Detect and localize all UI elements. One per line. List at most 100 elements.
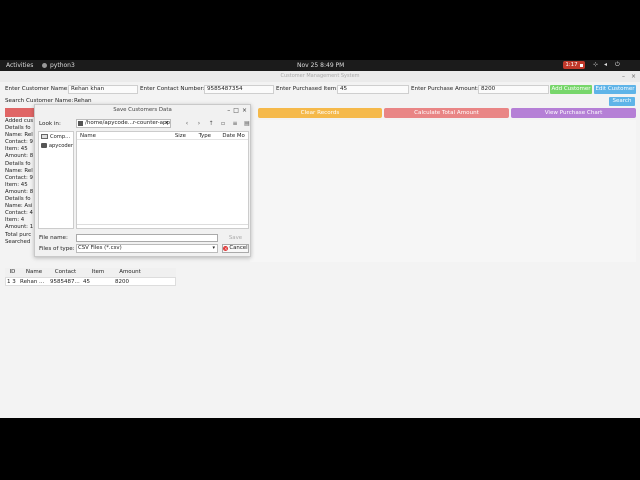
column-header-name[interactable]: Name xyxy=(19,268,49,277)
column-header-id[interactable]: ID xyxy=(5,268,19,277)
sidebar-item-label: apycoder xyxy=(48,142,73,149)
log-line: Details fo xyxy=(5,125,31,132)
folder-icon xyxy=(78,121,84,126)
system-top-bar: Activities python3 Nov 25 8:49 PM 1:17 ⊹… xyxy=(0,60,640,71)
log-line: Name: Asi xyxy=(5,203,33,210)
computer-icon xyxy=(41,134,48,139)
file-list[interactable]: Name Size Type Date Mo xyxy=(76,131,249,229)
network-icon: ⊹ xyxy=(593,61,599,68)
customer-name-input[interactable]: Rehan khan xyxy=(68,85,138,94)
cell-name: Rehan ... xyxy=(20,279,45,285)
stop-icon xyxy=(579,63,583,67)
log-line: Contact: 4 xyxy=(5,210,33,217)
back-icon[interactable]: ‹ xyxy=(183,120,191,127)
minimize-icon[interactable]: – xyxy=(622,73,625,80)
window-title: Customer Management System xyxy=(280,73,360,79)
dialog-title: Save Customers Data xyxy=(113,107,172,113)
column-header-contact[interactable]: Contact xyxy=(49,268,82,277)
column-header-name[interactable]: Name xyxy=(77,132,172,139)
look-in-value: /home/apycode...r-counter-app xyxy=(85,120,170,126)
volume-icon: ◂ xyxy=(604,61,608,68)
detail-view-icon[interactable]: ▤ xyxy=(243,120,251,127)
sidebar-item-computer[interactable]: Comp... xyxy=(39,132,73,141)
log-line: Total purc xyxy=(5,231,32,238)
log-line: Searched xyxy=(5,238,31,245)
forward-icon[interactable]: › xyxy=(195,120,203,127)
app-menu[interactable]: python3 xyxy=(42,62,75,69)
file-name-label: File name: xyxy=(39,235,68,241)
column-header-type[interactable]: Type xyxy=(196,132,220,139)
folder-icon xyxy=(41,143,47,148)
file-name-input[interactable] xyxy=(76,234,218,242)
view-chart-button[interactable]: View Purchase Chart xyxy=(511,108,636,118)
dialog-window-controls: – □ × xyxy=(227,106,247,115)
new-folder-icon[interactable]: ▫ xyxy=(219,120,227,127)
horizontal-scrollbar[interactable] xyxy=(77,224,248,228)
app-name: python3 xyxy=(50,62,75,69)
contact-number-input[interactable]: 9585487354 xyxy=(204,85,274,94)
output-log: Added cus Details fo Name: Rel Contact: … xyxy=(5,118,37,254)
power-icon: ⏻ xyxy=(615,61,620,68)
cell-item: 45 xyxy=(83,279,90,285)
close-icon[interactable]: × xyxy=(242,106,247,115)
calculate-total-button[interactable]: Calculate Total Amount xyxy=(384,108,509,118)
save-button[interactable]: Save xyxy=(222,234,249,243)
column-header-amount[interactable]: Amount xyxy=(114,268,146,277)
maximize-icon[interactable]: □ xyxy=(233,106,239,115)
screen-recording-indicator[interactable]: 1:17 xyxy=(563,61,585,69)
column-header-size[interactable]: Size xyxy=(172,132,196,139)
table-row[interactable]: 1 3 Rehan ... 9585487... 45 8200 xyxy=(5,277,176,286)
look-in-select[interactable]: /home/apycode...r-counter-app ▾ xyxy=(76,119,171,128)
cell-contact: 9585487... xyxy=(50,279,80,285)
log-line: Added cus xyxy=(5,118,34,124)
files-of-type-label: Files of type: xyxy=(39,246,75,252)
places-sidebar: Comp... apycoder xyxy=(38,131,74,229)
main-window-titlebar[interactable]: Customer Management System – × xyxy=(0,71,640,82)
clear-records-button[interactable]: Clear Records xyxy=(258,108,382,118)
log-line: Details fo xyxy=(5,160,31,167)
window-controls: – × xyxy=(622,73,636,80)
log-line: Contact: 9 xyxy=(5,139,33,146)
purchase-amount-input[interactable]: 8200 xyxy=(478,85,549,94)
cancel-button[interactable]: × Cancel xyxy=(222,244,249,253)
chart-area xyxy=(250,120,636,262)
activities-button[interactable]: Activities xyxy=(6,62,33,69)
sidebar-item-home[interactable]: apycoder xyxy=(39,141,73,150)
contact-number-label: Enter Contact Number: xyxy=(140,86,205,92)
purchased-item-label: Enter Purchased Item: xyxy=(276,86,339,92)
chevron-down-icon: ▾ xyxy=(212,245,215,251)
column-header-date[interactable]: Date Mo xyxy=(219,132,248,139)
list-view-icon[interactable]: ≡ xyxy=(231,120,239,127)
clock[interactable]: Nov 25 8:49 PM xyxy=(297,62,344,69)
file-list-header: Name Size Type Date Mo xyxy=(77,132,248,140)
search-button[interactable]: Search xyxy=(609,97,635,106)
close-icon[interactable]: × xyxy=(631,73,636,80)
edit-customer-button[interactable]: Edit Customer xyxy=(594,85,636,94)
cancel-label: Cancel xyxy=(229,245,248,251)
purchase-amount-label: Enter Purchase Amount: xyxy=(411,86,479,92)
cell-id: 1 3 xyxy=(7,279,16,285)
parent-directory-icon[interactable]: ↑ xyxy=(207,120,215,127)
chevron-down-icon: ▾ xyxy=(165,120,168,126)
dialog-nav-toolbar: ‹ › ↑ ▫ ≡ ▤ xyxy=(183,120,251,127)
log-line: Amount: 8 xyxy=(5,153,34,160)
purchased-item-input[interactable]: 45 xyxy=(337,85,409,94)
look-in-label: Look in: xyxy=(39,121,61,127)
dialog-titlebar[interactable]: Save Customers Data – □ × xyxy=(35,105,250,116)
customer-table: ID Name Contact Item Amount 1 3 Rehan ..… xyxy=(5,268,176,286)
screen: Activities python3 Nov 25 8:49 PM 1:17 ⊹… xyxy=(0,0,640,480)
python-app-icon xyxy=(42,63,47,68)
column-header-item[interactable]: Item xyxy=(82,268,114,277)
red-action-button[interactable] xyxy=(5,108,37,117)
system-status-area[interactable]: ⊹ ◂ ⏻ xyxy=(593,62,621,68)
log-line: Amount: 8 xyxy=(5,188,34,195)
files-of-type-select[interactable]: CSV Files (*.csv) ▾ xyxy=(76,244,218,253)
add-customer-button[interactable]: Add Customer xyxy=(550,85,592,94)
save-dialog: Save Customers Data – □ × Look in: /home… xyxy=(34,104,251,257)
log-line: Contact: 9 xyxy=(5,174,33,181)
minimize-icon[interactable]: – xyxy=(227,106,230,115)
log-line: Item: 45 xyxy=(5,146,28,153)
cell-amount: 8200 xyxy=(115,279,129,285)
log-line: Item: 45 xyxy=(5,181,28,188)
log-line: Name: Rel xyxy=(5,132,33,139)
